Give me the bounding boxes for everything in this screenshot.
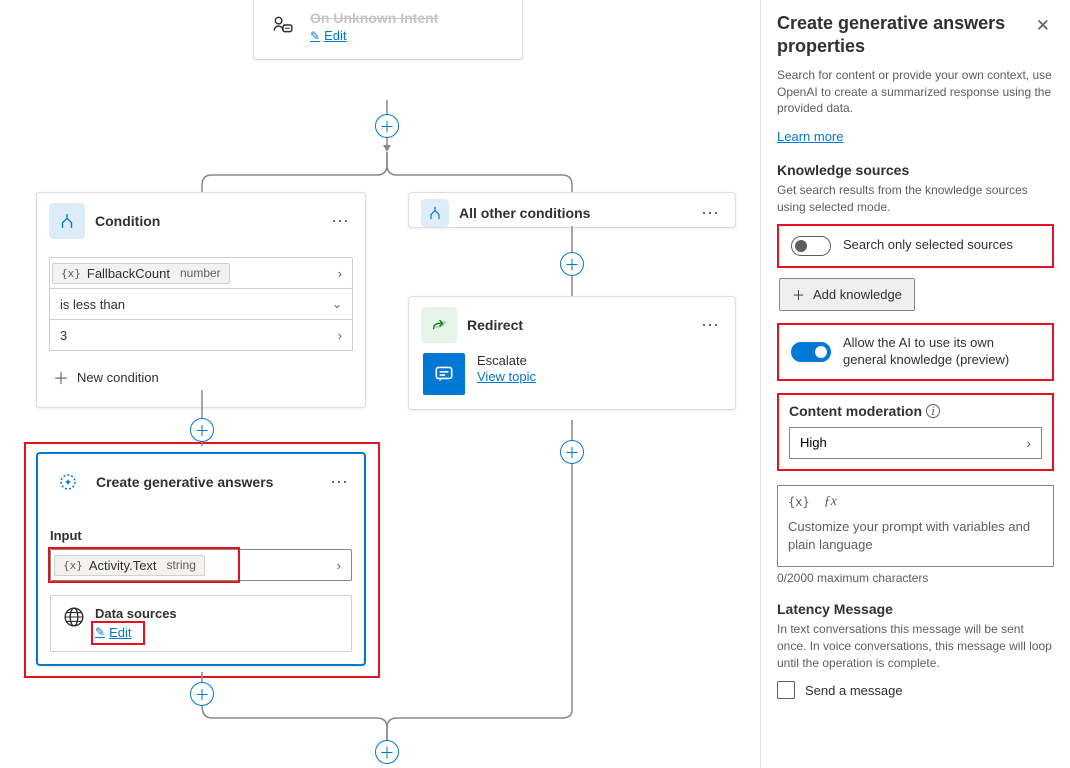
variable-icon: {x} — [63, 559, 83, 572]
pencil-icon: ✎ — [95, 625, 105, 639]
moderation-title: Content moderation — [789, 403, 922, 419]
trigger-node: On Unknown Intent ✎Edit — [253, 0, 523, 60]
person-message-icon — [268, 10, 298, 40]
search-selected-label: Search only selected sources — [843, 237, 1040, 254]
chevron-down-icon: ⌄ — [332, 297, 342, 311]
condition-node: Condition ⋯ {x}FallbackCountnumber › is … — [36, 192, 366, 408]
prompt-placeholder: Customize your prompt with variables and… — [788, 518, 1043, 554]
redirect-title: Redirect — [467, 317, 687, 333]
generative-menu-icon[interactable]: ⋯ — [326, 472, 352, 493]
data-sources-edit-link[interactable]: ✎Edit — [95, 625, 131, 640]
plus-icon: ＋ — [53, 365, 69, 389]
condition-title: Condition — [95, 213, 317, 229]
other-conditions-node: All other conditions ⋯ — [408, 192, 736, 228]
latency-title: Latency Message — [777, 601, 1054, 617]
generative-answers-node: Create generative answers ⋯ Input {x}Act… — [36, 452, 366, 666]
value-field[interactable]: 3 › — [49, 319, 353, 351]
flow-canvas[interactable]: On Unknown Intent ✎Edit ＋ Condition ⋯ {x… — [0, 0, 761, 768]
add-node-button[interactable]: ＋ — [190, 418, 214, 442]
add-node-button[interactable]: ＋ — [375, 114, 399, 138]
sparkle-icon — [50, 464, 86, 500]
other-conditions-title: All other conditions — [459, 205, 687, 221]
add-node-button[interactable]: ＋ — [560, 252, 584, 276]
search-selected-toggle-row: Search only selected sources — [777, 224, 1054, 268]
data-sources-label: Data sources — [95, 606, 339, 621]
operator-selector[interactable]: is less than ⌄ — [49, 288, 353, 320]
panel-title: Create generative answers properties — [777, 12, 1032, 59]
add-node-button[interactable]: ＋ — [560, 440, 584, 464]
general-knowledge-label: Allow the AI to use its own general know… — [843, 335, 1040, 369]
chevron-right-icon: › — [328, 266, 352, 281]
general-knowledge-toggle[interactable] — [791, 342, 831, 362]
redirect-node: Redirect ⋯ Escalate View topic — [408, 296, 736, 410]
generative-title: Create generative answers — [96, 474, 316, 490]
char-count: 0/2000 maximum characters — [777, 571, 1054, 585]
redirect-icon — [421, 307, 457, 343]
panel-description: Search for content or provide your own c… — [777, 67, 1054, 117]
input-label: Input — [50, 528, 352, 543]
info-icon[interactable]: i — [926, 404, 940, 418]
prompt-editor[interactable]: {x} ƒx Customize your prompt with variab… — [777, 485, 1054, 567]
knowledge-section-desc: Get search results from the knowledge so… — [777, 182, 1054, 216]
search-selected-toggle[interactable] — [791, 236, 831, 256]
input-variable-selector[interactable]: {x}Activity.Textstring › — [50, 549, 352, 581]
data-sources-box: Data sources ✎Edit — [50, 595, 352, 652]
branch-icon — [421, 199, 449, 227]
close-icon[interactable]: ✕ — [1032, 12, 1054, 40]
plus-icon: ＋ — [792, 285, 805, 304]
learn-more-link[interactable]: Learn more — [777, 129, 843, 144]
latency-desc: In text conversations this message will … — [777, 621, 1054, 671]
formula-icon[interactable]: ƒx — [824, 494, 837, 510]
variable-icon[interactable]: {x} — [788, 495, 810, 509]
branch-icon — [49, 203, 85, 239]
globe-icon — [63, 606, 85, 634]
chevron-right-icon: › — [338, 328, 342, 343]
trigger-title: On Unknown Intent — [310, 10, 438, 26]
chevron-right-icon: › — [327, 558, 351, 573]
trigger-edit-link[interactable]: ✎Edit — [310, 28, 346, 43]
add-condition-button[interactable]: ＋ New condition — [49, 351, 353, 395]
redirect-menu-icon[interactable]: ⋯ — [697, 315, 723, 336]
properties-panel: Create generative answers properties ✕ S… — [761, 0, 1070, 768]
variable-icon: {x} — [61, 267, 81, 280]
send-message-label: Send a message — [805, 683, 903, 698]
add-knowledge-button[interactable]: ＋ Add knowledge — [779, 278, 915, 311]
add-node-button[interactable]: ＋ — [190, 682, 214, 706]
redirect-topic-name: Escalate — [477, 353, 536, 368]
knowledge-section-title: Knowledge sources — [777, 162, 1054, 178]
variable-selector[interactable]: {x}FallbackCountnumber › — [49, 257, 353, 289]
pencil-icon: ✎ — [310, 29, 320, 43]
add-node-button[interactable]: ＋ — [375, 740, 399, 764]
chevron-right-icon: › — [1026, 435, 1031, 451]
content-moderation-section: Content moderation i High › — [777, 393, 1054, 471]
topic-icon — [423, 353, 465, 395]
moderation-selector[interactable]: High › — [789, 427, 1042, 459]
condition-menu-icon[interactable]: ⋯ — [327, 211, 353, 232]
view-topic-link[interactable]: View topic — [477, 369, 536, 384]
send-message-checkbox[interactable] — [777, 681, 795, 699]
general-knowledge-toggle-row: Allow the AI to use its own general know… — [777, 323, 1054, 381]
other-conditions-menu-icon[interactable]: ⋯ — [697, 203, 723, 224]
